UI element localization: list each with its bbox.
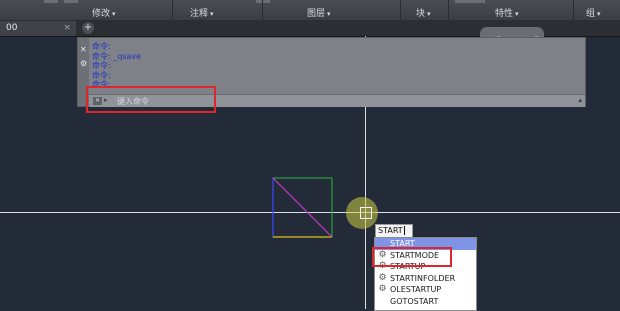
autocomplete-item-label: STARTINFOLDER bbox=[390, 273, 456, 283]
autocomplete-item[interactable]: GOTOSTART bbox=[375, 296, 476, 308]
gear-icon: ⚙ bbox=[378, 284, 387, 294]
autocomplete-item[interactable]: ⚙ STARTINFOLDER bbox=[375, 273, 476, 285]
autocomplete-item-label: OLESTARTUP bbox=[390, 285, 442, 294]
gear-icon: ⚙ bbox=[378, 272, 387, 283]
drawing-area[interactable] bbox=[0, 0, 620, 309]
dynamic-input-value: START bbox=[378, 226, 403, 235]
pickbox-cursor bbox=[360, 207, 372, 219]
drawn-line-diagonal-magenta[interactable] bbox=[272, 177, 333, 238]
autocomplete-item[interactable]: ⚙ OLESTARTUP bbox=[375, 284, 476, 296]
highlight-box-startmode bbox=[372, 247, 452, 267]
autocomplete-item-label: GOTOSTART bbox=[390, 296, 439, 306]
dynamic-input-field[interactable]: START bbox=[375, 224, 413, 238]
text-caret bbox=[403, 226, 405, 235]
